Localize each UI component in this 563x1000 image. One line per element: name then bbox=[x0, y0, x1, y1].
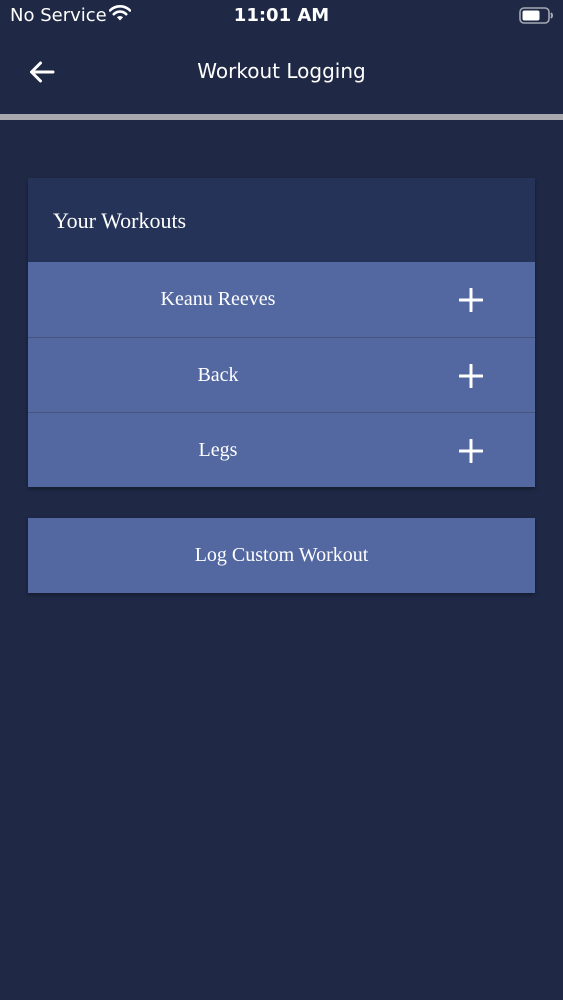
plus-icon[interactable] bbox=[459, 439, 483, 463]
workout-item-legs[interactable]: Legs bbox=[28, 412, 535, 487]
navigation-bar: Workout Logging bbox=[0, 34, 563, 114]
workout-item-label: Back bbox=[197, 364, 239, 386]
your-workouts-card: Your Workouts Keanu Reeves Back Legs bbox=[28, 178, 535, 487]
page-title: Workout Logging bbox=[197, 59, 366, 83]
status-bar: No Service 11:01 AM bbox=[0, 0, 563, 34]
card-title: Your Workouts bbox=[53, 208, 187, 233]
clock-label: 11:01 AM bbox=[233, 5, 330, 26]
workout-item-label: Legs bbox=[198, 439, 238, 461]
plus-icon[interactable] bbox=[459, 288, 483, 312]
battery-icon bbox=[519, 7, 553, 24]
plus-icon[interactable] bbox=[459, 364, 483, 388]
workout-item-back[interactable]: Back bbox=[28, 337, 535, 412]
log-custom-workout-button[interactable]: Log Custom Workout bbox=[28, 518, 535, 593]
workout-list: Keanu Reeves Back Legs bbox=[28, 262, 535, 487]
workout-item-label: Keanu Reeves bbox=[160, 288, 276, 310]
workout-item-keanu-reeves[interactable]: Keanu Reeves bbox=[28, 262, 535, 337]
header-divider bbox=[0, 114, 563, 120]
workout-logging-screen: No Service 11:01 AM Workout Logging Your… bbox=[0, 0, 563, 1000]
